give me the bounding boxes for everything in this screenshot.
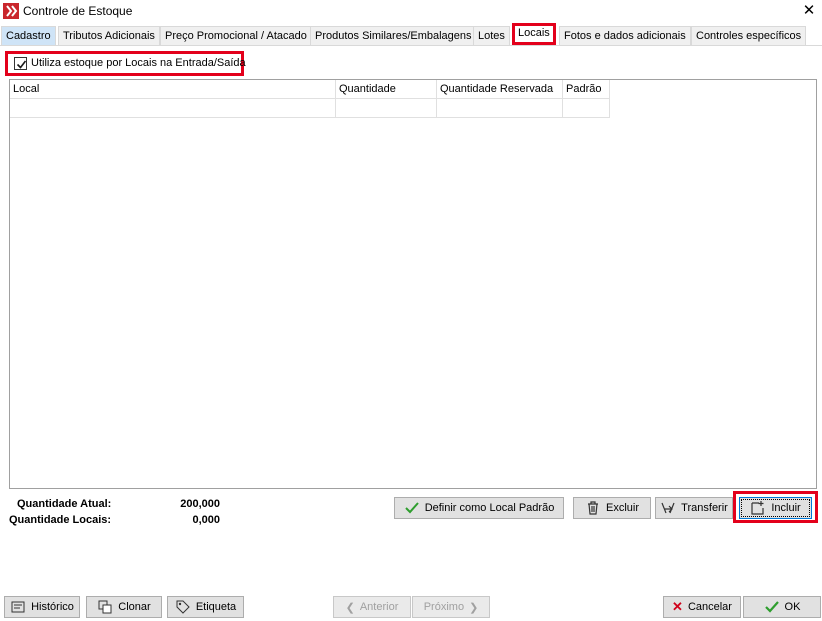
clonar-label: Clonar [118,601,151,613]
transferir-button[interactable]: Transferir [655,497,733,519]
incluir-label: Incluir [771,502,801,514]
locais-grid[interactable]: Local Quantidade Quantidade Reservada Pa… [9,79,817,489]
historico-label: Histórico [31,601,74,613]
clonar-button[interactable]: Clonar [86,596,162,618]
tab-controles-especificos[interactable]: Controles específicos [691,26,807,45]
tab-lotes[interactable]: Lotes [473,26,510,45]
ok-label: OK [784,601,801,613]
empty-row-cell[interactable] [336,99,437,118]
definir-local-padrao-label: Definir como Local Padrão [424,502,555,514]
column-header-quantidade-reservada[interactable]: Quantidade Reservada [437,80,563,99]
excluir-label: Excluir [605,502,639,514]
column-header-quantidade[interactable]: Quantidade [336,80,437,99]
etiqueta-label: Etiqueta [195,601,237,613]
check-icon [404,502,419,514]
title-bar: Controle de Estoque ✕ [0,0,822,22]
proximo-button[interactable]: Próximo ❯ [412,596,490,618]
empty-row-cell[interactable] [563,99,610,118]
chevron-left-icon: ❮ [345,601,355,614]
anterior-button[interactable]: ❮ Anterior [333,596,411,618]
tab-fotos-dados-adicionais[interactable]: Fotos e dados adicionais [559,26,691,45]
tab-tributos-adicionais[interactable]: Tributos Adicionais [58,26,160,45]
excluir-button[interactable]: Excluir [573,497,651,519]
cancelar-button[interactable]: ✕ Cancelar [663,596,741,618]
tab-preco-promocional[interactable]: Preço Promocional / Atacado [160,26,312,45]
window-title: Controle de Estoque [23,4,133,18]
chevron-right-icon: ❯ [469,601,479,614]
x-icon: ✕ [672,599,683,614]
clone-icon [98,600,112,614]
checkmark-icon [16,60,27,69]
quantidade-locais-label: Quantidade Locais: [9,514,112,526]
tag-icon [176,600,190,614]
close-icon[interactable]: ✕ [796,1,822,21]
add-document-icon [751,501,764,515]
quantidade-atual-label: Quantidade Atual: [17,498,112,510]
incluir-button[interactable]: Incluir [739,497,812,519]
check-icon [764,601,779,613]
history-icon [11,601,25,613]
empty-row-cell[interactable] [10,99,336,118]
column-header-local[interactable]: Local [10,80,336,99]
utiliza-estoque-locais-checkbox[interactable] [14,57,27,70]
tab-cadastro[interactable]: Cadastro [1,26,56,45]
ok-button[interactable]: OK [743,596,821,618]
quantidade-locais-value: 0,000 [192,514,220,526]
quantidade-atual-value: 200,000 [180,498,220,510]
tab-locais[interactable]: Locais [512,23,556,45]
historico-button[interactable]: Histórico [4,596,80,618]
transfer-icon [661,502,675,514]
trash-icon [587,501,598,515]
utiliza-estoque-locais-label[interactable]: Utiliza estoque por Locais na Entrada/Sa… [31,57,246,69]
anterior-label: Anterior [359,601,399,613]
etiqueta-button[interactable]: Etiqueta [167,596,244,618]
tab-produtos-similares[interactable]: Produtos Similares/Embalagens [310,26,477,45]
app-logo-icon [3,3,19,19]
empty-row-cell[interactable] [437,99,563,118]
definir-local-padrao-button[interactable]: Definir como Local Padrão [394,497,564,519]
transferir-label: Transferir [681,502,728,514]
cancelar-label: Cancelar [687,601,732,613]
column-header-padrao[interactable]: Padrão [563,80,610,99]
tab-divider [0,45,822,46]
proximo-label: Próximo [423,601,465,613]
